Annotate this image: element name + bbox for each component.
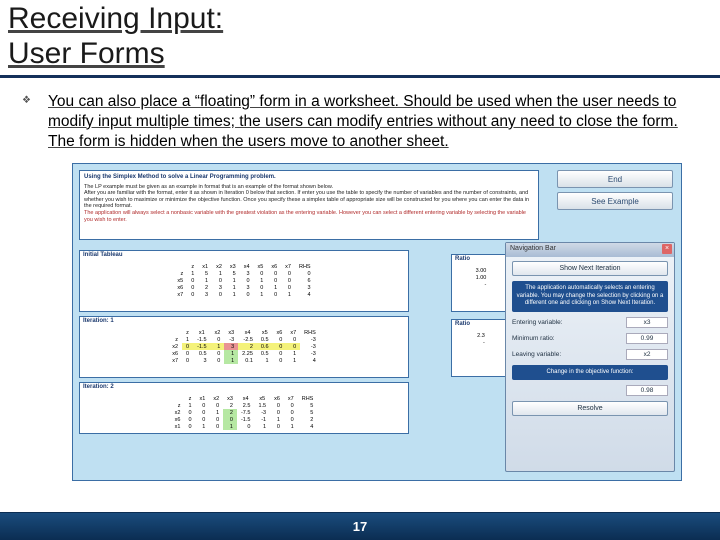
- instructions-header: Using the Simplex Method to solve a Line…: [84, 174, 534, 181]
- change-label: Change in the objective function:: [512, 365, 668, 381]
- change-value: 0.98: [626, 385, 668, 396]
- tableau-table: zx1x2x3x4x5x6x7RHSz151530000x5010101006x…: [173, 263, 314, 298]
- navigation-bar: Navigation Bar × Show Next Iteration The…: [505, 242, 675, 472]
- see-example-button[interactable]: See Example: [557, 192, 673, 210]
- title-line2: User Forms: [8, 37, 165, 70]
- bullet: ❖ You can also place a “floating” form i…: [22, 92, 702, 151]
- nav-titlebar: Navigation Bar ×: [506, 243, 674, 257]
- iteration-2: Iteration: 2 zx1x2x3x4x5x6x7RHSz10022.51…: [79, 382, 409, 434]
- ratio-box-2: Ratio 2.3-: [451, 319, 511, 377]
- slide-footer: 17: [0, 512, 720, 540]
- instructions-p3: The application will always select a non…: [84, 210, 534, 223]
- nav-title-text: Navigation Bar: [510, 245, 556, 252]
- tableau-label: Iteration: 1: [83, 318, 114, 324]
- close-icon[interactable]: ×: [662, 244, 672, 254]
- initial-tableau: Initial Tableau zx1x2x3x4x5x6x7RHSz15153…: [79, 250, 409, 312]
- title-line1: Receiving Input:: [8, 2, 223, 35]
- body: ❖ You can also place a “floating” form i…: [0, 78, 720, 481]
- tableau-table: zx1x2x3x4x5x6x7RHSz10022.51.5005x20012-7…: [171, 395, 318, 430]
- instructions-p1: The LP example must be given as an examp…: [84, 184, 534, 191]
- instructions-panel: Using the Simplex Method to solve a Line…: [79, 170, 539, 240]
- iteration-1: Iteration: 1 zx1x2x3x4x5x6x7RHSz1-1.50-3…: [79, 316, 409, 378]
- min-ratio-row: Minimum ratio: 0.99: [512, 333, 668, 344]
- ratio-label: Ratio: [455, 321, 470, 327]
- leaving-variable-row: Leaving variable: x2: [512, 349, 668, 360]
- bullet-text: You can also place a “floating” form in …: [48, 92, 702, 151]
- ratio-box-1: Ratio 3.001.00-: [451, 254, 511, 312]
- page-number: 17: [353, 519, 367, 534]
- diamond-bullet-icon: ❖: [22, 92, 34, 151]
- ratio-label: Ratio: [455, 256, 470, 262]
- leaving-value: x2: [626, 349, 668, 360]
- minratio-label: Minimum ratio:: [512, 335, 555, 342]
- change-value-row: 0.98: [512, 385, 668, 396]
- entering-variable-row: Entering variable: x3: [512, 317, 668, 328]
- tableau-label: Initial Tableau: [83, 252, 123, 258]
- ratio-table-1: 3.001.00-: [472, 267, 491, 288]
- action-buttons: End See Example: [557, 170, 673, 210]
- embedded-screenshot: Using the Simplex Method to solve a Line…: [72, 163, 682, 481]
- entering-label: Entering variable:: [512, 319, 563, 326]
- tableau-table: zx1x2x3x4x5x6x7RHSz1-1.50-3-2.50.500-3x2…: [168, 329, 320, 364]
- nav-body: Show Next Iteration The application auto…: [506, 257, 674, 420]
- leaving-label: Leaving variable:: [512, 351, 561, 358]
- end-button[interactable]: End: [557, 170, 673, 188]
- ratio-table-2: 2.3-: [473, 332, 489, 346]
- slide-title: Receiving Input: User Forms: [0, 0, 720, 78]
- show-next-button[interactable]: Show Next Iteration: [512, 261, 668, 276]
- entering-value[interactable]: x3: [626, 317, 668, 328]
- resolve-button[interactable]: Resolve: [512, 401, 668, 416]
- nav-blurb: The application automatically selects an…: [512, 281, 668, 312]
- tableau-label: Iteration: 2: [83, 384, 114, 390]
- instructions-p2: After you are familiar with the format, …: [84, 190, 534, 210]
- minratio-value: 0.99: [626, 333, 668, 344]
